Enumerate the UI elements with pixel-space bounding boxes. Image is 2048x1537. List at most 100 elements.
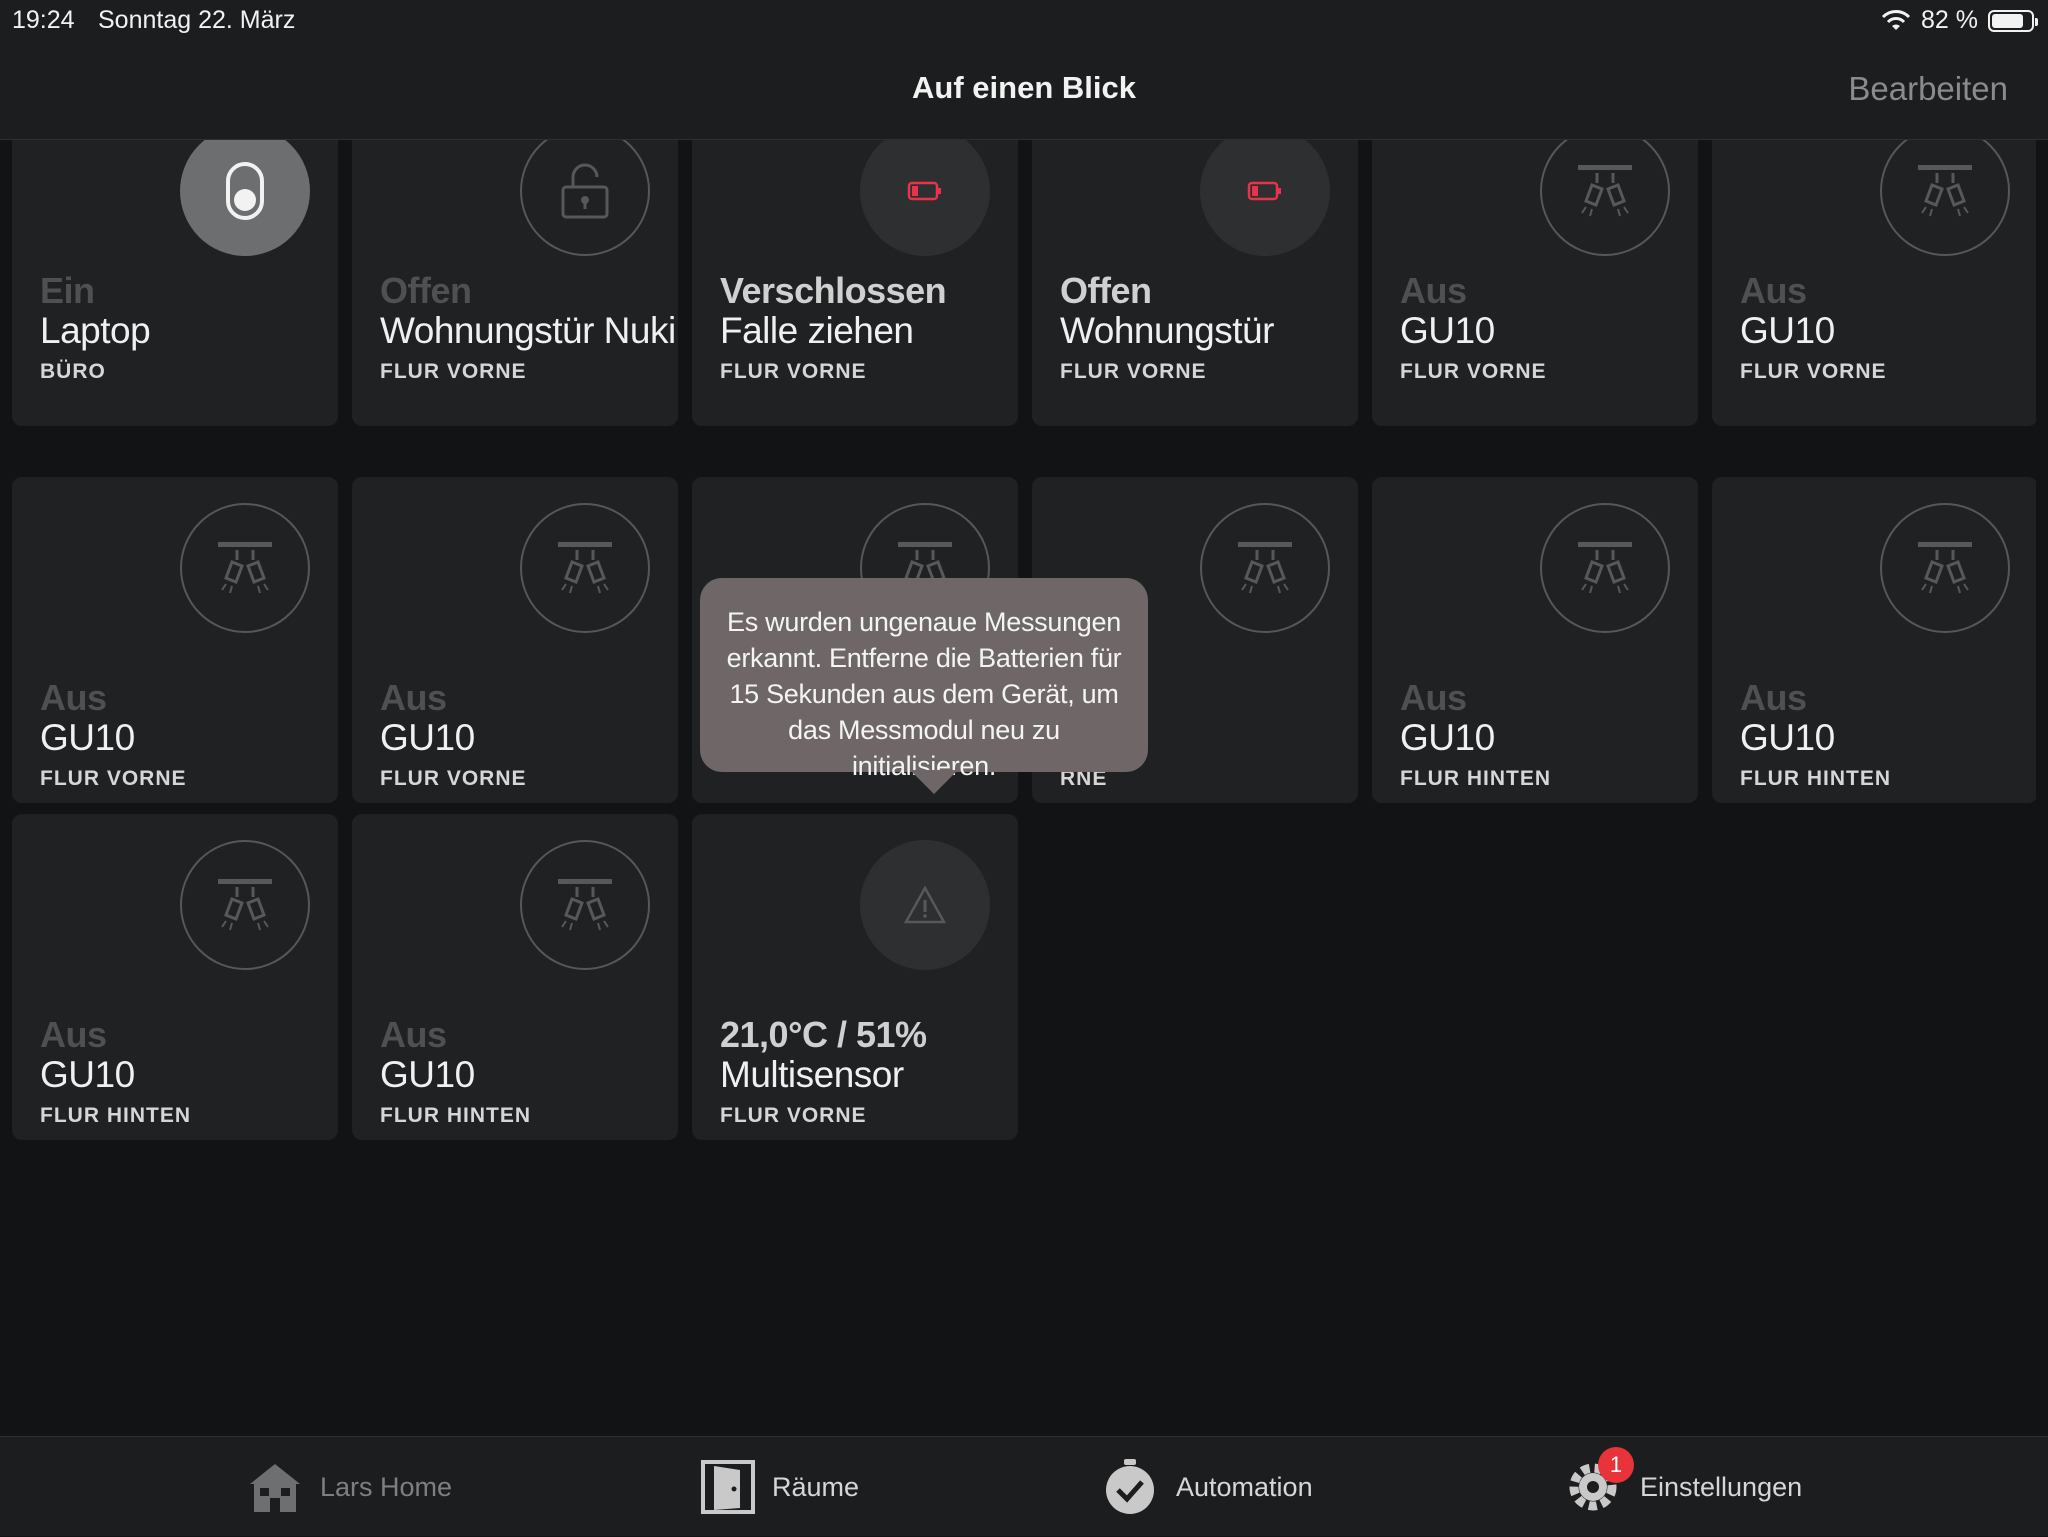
spotlight-icon <box>218 879 272 931</box>
device-room: FLUR HINTEN <box>380 1104 531 1127</box>
tab-einstellungen[interactable]: 1 Einstellungen <box>1564 1437 1802 1537</box>
device-state: Aus <box>1400 677 1467 718</box>
device-room: FLUR HINTEN <box>1400 767 1551 790</box>
device-name: GU10 <box>1740 717 1835 758</box>
low-battery-icon <box>1247 181 1281 201</box>
tab-raeume[interactable]: Räume <box>700 1437 859 1537</box>
tab-label: Lars Home <box>320 1471 453 1502</box>
device-tile[interactable]: Aus GU10 FLUR HINTEN <box>1712 477 2036 803</box>
device-tile[interactable]: 21,0°C / 51% Multisensor FLUR VORNE <box>692 814 1018 1140</box>
device-tile[interactable]: Aus GU10 FLUR HINTEN <box>352 814 678 1140</box>
device-icon-button[interactable] <box>1200 503 1330 633</box>
device-icon-button[interactable] <box>1880 503 2010 633</box>
device-name: Wohnungstür Nuki <box>380 310 676 351</box>
nav-bar: Auf einen Blick Bearbeiten <box>0 40 2048 140</box>
spotlight-icon <box>1918 165 1972 217</box>
device-tile[interactable]: Aus GU10 FLUR VORNE <box>12 477 338 803</box>
tab-bar: Lars Home Räume Automation 1 Einstellung… <box>0 1436 2048 1536</box>
device-icon-button[interactable] <box>520 840 650 970</box>
device-state: Aus <box>380 677 447 718</box>
device-state: Aus <box>380 1014 447 1055</box>
unlock-icon <box>561 163 609 219</box>
switch-icon <box>226 162 264 220</box>
device-state: Aus <box>40 1014 107 1055</box>
timer-icon <box>1106 1459 1154 1514</box>
device-state: Aus <box>1740 677 1807 718</box>
device-tile[interactable]: Verschlossen Falle ziehen FLUR VORNE <box>692 140 1018 426</box>
spotlight-icon <box>1578 165 1632 217</box>
device-room: FLUR VORNE <box>380 767 527 790</box>
device-name: GU10 <box>380 1054 475 1095</box>
device-tile[interactable]: Offen Wohnungstür Nuki FLUR VORNE <box>352 140 678 426</box>
device-tile[interactable]: Aus GU10 FLUR VORNE <box>1712 140 2036 426</box>
device-state: Aus <box>1740 270 1807 311</box>
spotlight-icon <box>218 542 272 594</box>
gear-icon-wrap: 1 <box>1564 1437 1634 1537</box>
tab-automation[interactable]: Automation <box>1100 1437 1313 1537</box>
device-icon-button[interactable] <box>520 140 650 256</box>
spotlight-icon <box>1578 542 1632 594</box>
device-name: Laptop <box>40 310 151 351</box>
status-bar: 19:24 Sonntag 22. März 82 % <box>0 0 2048 40</box>
device-icon-button[interactable] <box>520 503 650 633</box>
device-name: GU10 <box>380 717 475 758</box>
device-tile[interactable]: Aus GU10 FLUR HINTEN <box>1372 477 1698 803</box>
device-icon-button[interactable] <box>1880 140 2010 256</box>
device-tile[interactable]: Offen Wohnungstür FLUR VORNE <box>1032 140 1358 426</box>
device-name: Falle ziehen <box>720 310 914 351</box>
spotlight-icon <box>1918 542 1972 594</box>
device-icon-button[interactable] <box>180 840 310 970</box>
device-room: FLUR HINTEN <box>40 1104 191 1127</box>
device-icon-button[interactable] <box>180 503 310 633</box>
edit-button[interactable]: Bearbeiten <box>1848 70 2008 108</box>
battery-icon <box>1988 9 2038 32</box>
device-name: GU10 <box>40 717 135 758</box>
device-state: Aus <box>40 677 107 718</box>
device-name: Wohnungstür <box>1060 310 1274 351</box>
device-name: GU10 <box>1400 310 1495 351</box>
device-state: Offen <box>1060 270 1152 311</box>
device-state: Ein <box>40 270 95 311</box>
tab-lars-home[interactable]: Lars Home <box>246 1437 452 1537</box>
device-name: Multisensor <box>720 1054 904 1095</box>
spotlight-icon <box>558 542 612 594</box>
device-icon-button[interactable] <box>1200 140 1330 256</box>
device-grid: Ein Laptop BÜRO Offen Wohnungstür Nuki FLUR V… <box>12 140 2036 1440</box>
tooltip-text: Es wurden ungenaue Messungen erkannt. En… <box>726 607 1122 781</box>
tab-label: Räume <box>772 1471 860 1502</box>
device-name: GU10 <box>1740 310 1835 351</box>
device-name: GU10 <box>1400 717 1495 758</box>
measurement-warning-tooltip: Es wurden ungenaue Messungen erkannt. En… <box>700 578 1148 794</box>
tab-label: Einstellungen <box>1640 1471 1803 1502</box>
device-room: FLUR VORNE <box>1060 360 1207 383</box>
device-tile[interactable]: Aus GU10 FLUR HINTEN <box>12 814 338 1140</box>
device-icon-button[interactable] <box>1540 140 1670 256</box>
spotlight-icon <box>1238 542 1292 594</box>
door-icon <box>701 1460 755 1514</box>
device-state: Aus <box>1400 270 1467 311</box>
device-icon-button[interactable] <box>860 140 990 256</box>
notification-badge: 1 <box>1598 1447 1634 1483</box>
device-tile[interactable]: Aus GU10 FLUR VORNE <box>1372 140 1698 426</box>
device-icon-button[interactable] <box>180 140 310 256</box>
device-room: FLUR VORNE <box>1740 360 1887 383</box>
tab-label: Automation <box>1176 1471 1313 1502</box>
status-time: 19:24 <box>12 6 75 34</box>
device-room: FLUR VORNE <box>40 767 187 790</box>
battery-fill <box>1992 13 2024 28</box>
warning-icon <box>903 885 947 924</box>
device-state: Offen <box>380 270 472 311</box>
battery-percent: 82 % <box>1921 6 1978 34</box>
home-icon <box>250 1464 300 1512</box>
device-room: FLUR VORNE <box>380 360 527 383</box>
device-room: FLUR VORNE <box>1400 360 1547 383</box>
wifi-icon <box>1881 9 1911 30</box>
spotlight-icon <box>558 879 612 931</box>
status-right: 82 % <box>1881 6 2038 35</box>
device-tile[interactable]: Ein Laptop BÜRO <box>12 140 338 426</box>
device-room: BÜRO <box>40 360 106 383</box>
device-icon-button[interactable] <box>860 840 990 970</box>
device-name: GU10 <box>40 1054 135 1095</box>
device-icon-button[interactable] <box>1540 503 1670 633</box>
device-tile[interactable]: Aus GU10 FLUR VORNE <box>352 477 678 803</box>
